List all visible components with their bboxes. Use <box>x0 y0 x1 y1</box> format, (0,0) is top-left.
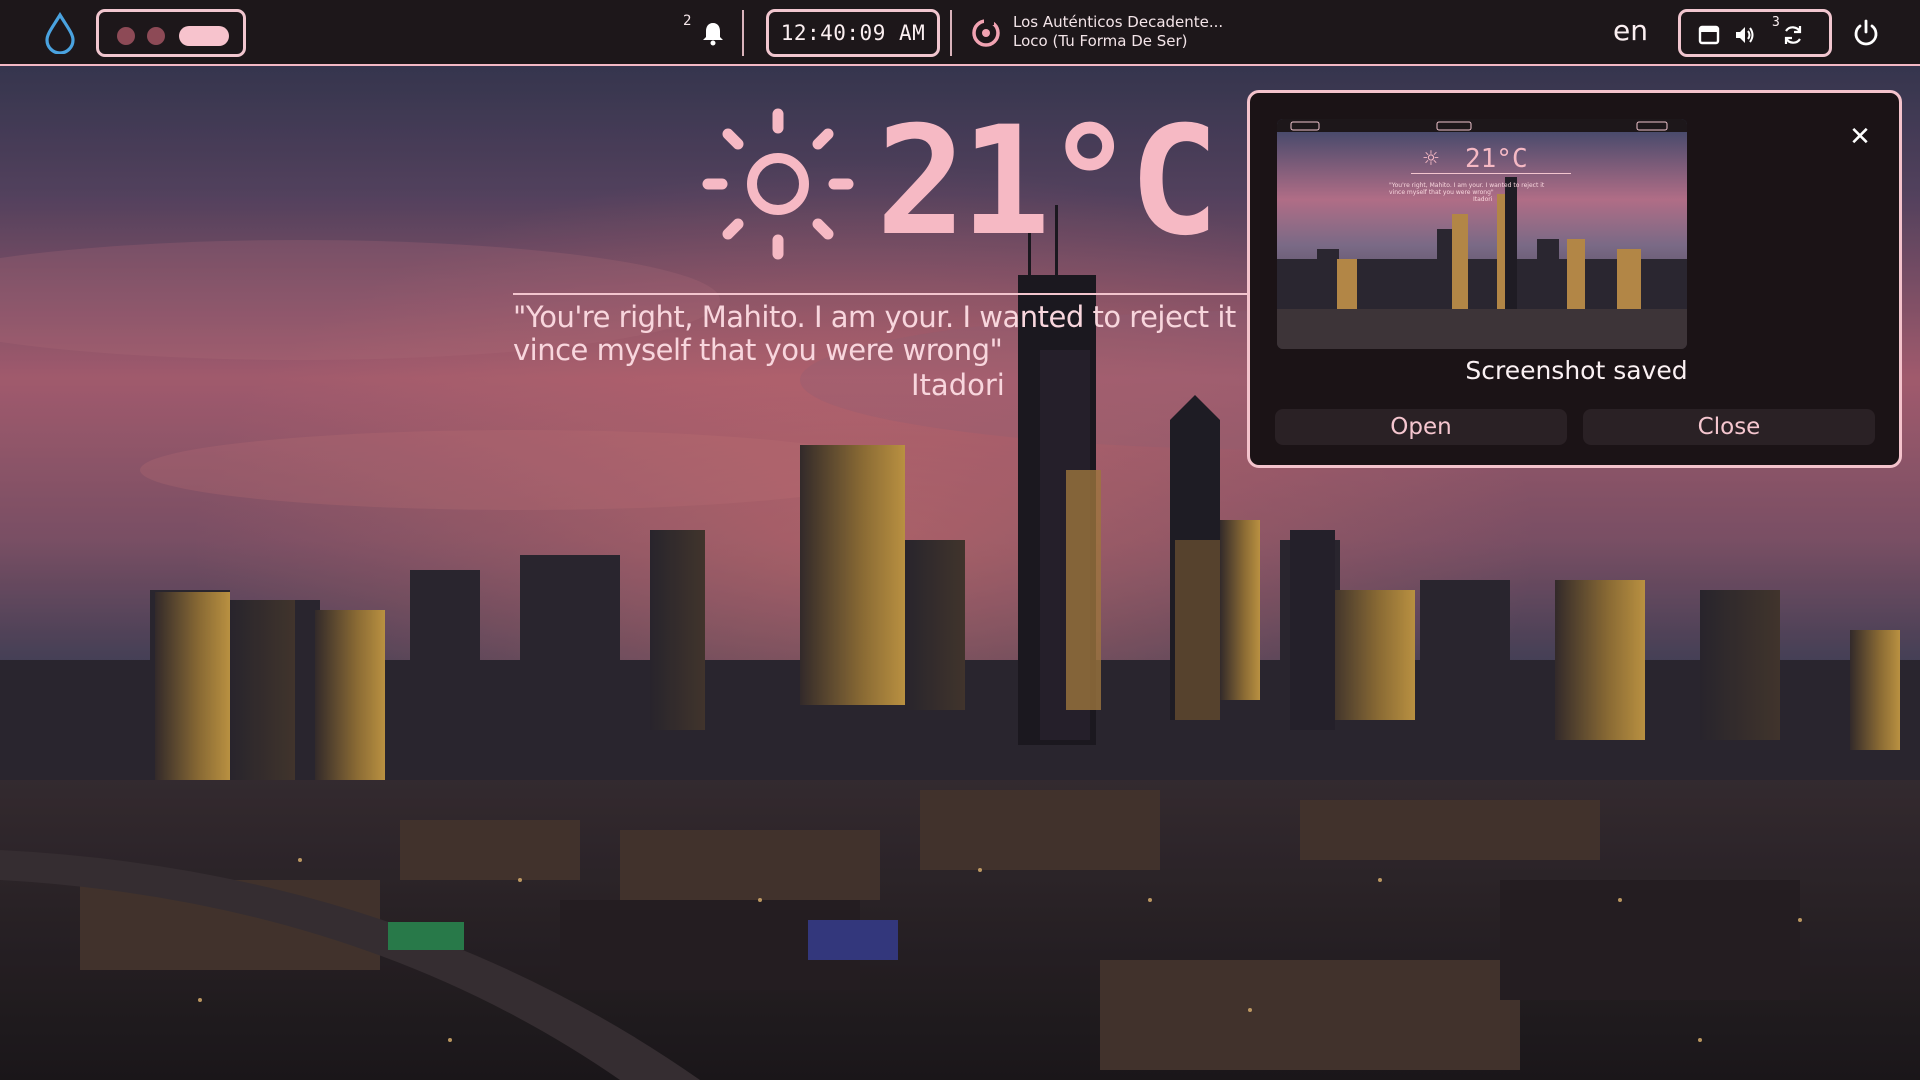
system-tray: 3 <box>1678 9 1832 57</box>
music-disc-icon[interactable] <box>970 17 1002 49</box>
window-icon[interactable] <box>1697 23 1721 47</box>
open-button[interactable]: Open <box>1275 409 1567 445</box>
divider <box>742 10 744 56</box>
refresh-icon[interactable] <box>1781 23 1805 47</box>
sun-icon <box>702 108 854 260</box>
updates-count: 3 <box>1772 15 1780 30</box>
screenshot-notification: ☼ 21°C "You're right, Mahito. I am your.… <box>1247 90 1902 468</box>
thumbnail-temperature: ☼ <box>1423 144 1439 174</box>
quote-line-2: vince myself that you were wrong" <box>513 333 1003 367</box>
notification-count: 2 <box>683 13 692 29</box>
quote: "You're right, Mahito. I am your. I want… <box>513 300 1248 410</box>
thumbnail-image: ☼ 21°C "You're right, Mahito. I am your.… <box>1277 119 1687 349</box>
droplet-icon[interactable] <box>42 12 78 54</box>
quote-divider <box>513 293 1263 295</box>
power-icon[interactable] <box>1851 18 1881 48</box>
thumbnail-quote-line-1: "You're right, Mahito. I am your. I want… <box>1389 182 1545 189</box>
media-artist[interactable]: Los Auténticos Decadente... <box>1013 13 1223 31</box>
quote-line-1: "You're right, Mahito. I am your. I want… <box>513 300 1236 334</box>
keyboard-language[interactable]: en <box>1613 14 1648 47</box>
workspace-1[interactable] <box>117 27 135 45</box>
notification-title: Screenshot saved <box>1465 356 1688 385</box>
close-icon[interactable]: ✕ <box>1846 123 1874 151</box>
workspace-switcher <box>96 9 246 57</box>
workspace-2[interactable] <box>147 27 165 45</box>
bell-icon[interactable] <box>700 20 726 46</box>
screenshot-thumbnail[interactable]: ☼ 21°C "You're right, Mahito. I am your.… <box>1277 119 1687 349</box>
thumbnail-quote-line-2: vince myself that you were wrong" <box>1389 189 1494 196</box>
thumbnail-quote-author: Itadori <box>1473 196 1493 203</box>
speaker-icon[interactable] <box>1733 23 1757 47</box>
media-track[interactable]: Loco (Tu Forma De Ser) <box>1013 32 1188 50</box>
close-button[interactable]: Close <box>1583 409 1875 445</box>
thumbnail-temperature-text: 21°C <box>1465 144 1528 174</box>
divider <box>950 10 952 56</box>
top-bar: 2 12:40:09 AM Los Auténticos Decadente..… <box>0 0 1920 66</box>
temperature: 21°C <box>876 95 1219 269</box>
quote-author: Itadori <box>911 368 1005 402</box>
workspace-3-active[interactable] <box>179 26 229 46</box>
clock[interactable]: 12:40:09 AM <box>766 9 940 57</box>
